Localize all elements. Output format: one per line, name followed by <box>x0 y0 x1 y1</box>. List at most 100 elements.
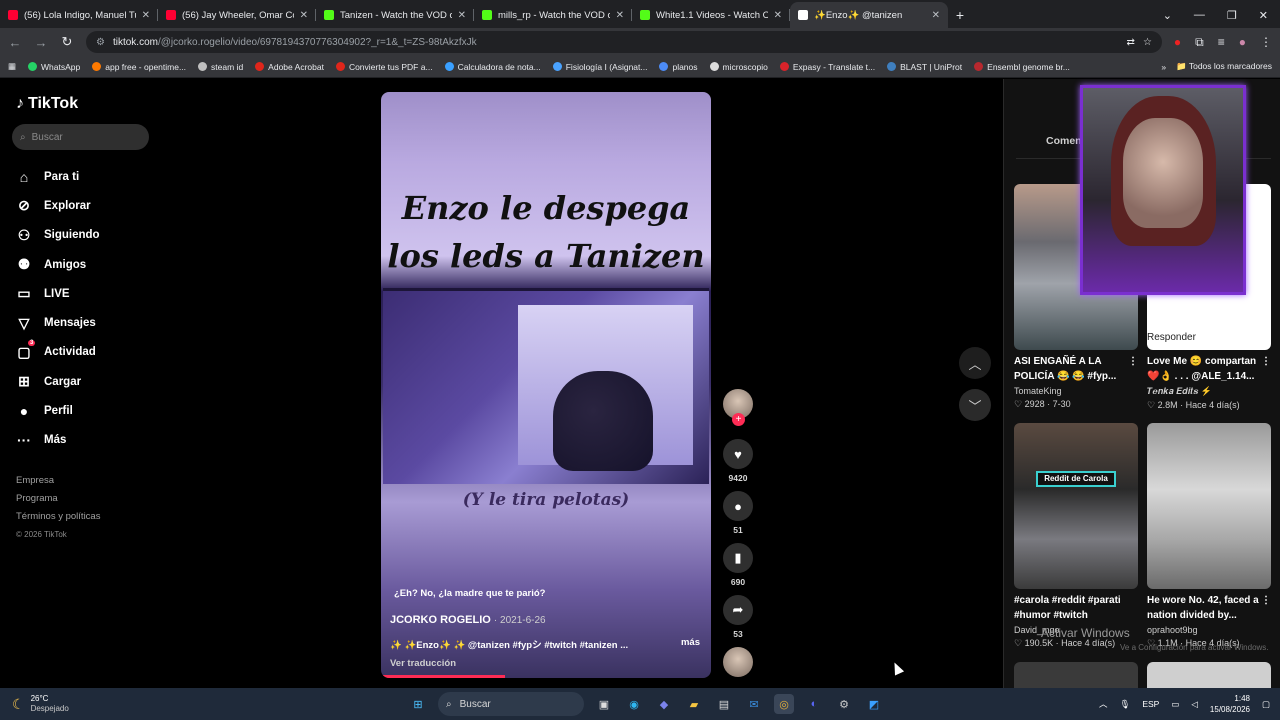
next-video-button[interactable]: ﹀ <box>959 389 991 421</box>
sidebar-item-para-ti[interactable]: ⌂ Para ti <box>16 162 100 191</box>
chrome-icon[interactable]: ◎ <box>774 694 794 714</box>
bookmark-item[interactable]: Fisiología I (Asignat... <box>552 62 647 72</box>
site-info-icon[interactable]: ⚙ <box>96 37 105 48</box>
browser-tab[interactable]: mills_rp - Watch the VOD on Ki ✕ <box>474 2 632 28</box>
video-thumbnail[interactable]: Reddit de Carola <box>1014 423 1138 589</box>
close-window-icon[interactable]: ✕ <box>1259 9 1268 22</box>
browser-tab[interactable]: Tanizen - Watch the VOD on Ki ✕ <box>316 2 474 28</box>
back-icon[interactable]: ← <box>8 35 22 50</box>
tab-search-icon[interactable]: ⌄ <box>1163 9 1172 22</box>
extension-red-icon[interactable]: ● <box>1174 35 1181 49</box>
video-progress-bar[interactable] <box>383 675 506 678</box>
bookmark-item[interactable]: Ensembl genome br... <box>974 62 1070 72</box>
share-button[interactable]: ➦ <box>723 595 753 625</box>
steam-icon[interactable]: ⚙ <box>834 694 854 714</box>
comment-button[interactable]: ● <box>723 491 753 521</box>
sidebar-item-siguiendo[interactable]: ⚇ Siguiendo <box>16 221 100 250</box>
more-link[interactable]: más <box>681 637 700 651</box>
sidebar-item-live[interactable]: ▭ LIVE <box>16 279 100 308</box>
tab-close-icon[interactable]: ✕ <box>932 10 940 21</box>
address-bar[interactable]: ⚙ tiktok.com/@jcorko.rogelio/video/69781… <box>86 31 1162 53</box>
restore-icon[interactable]: ❐ <box>1227 9 1237 22</box>
new-tab-button[interactable]: + <box>948 2 972 28</box>
tab-close-icon[interactable]: ✕ <box>142 10 150 21</box>
author-name[interactable]: JCORKO ROGELIO <box>390 614 491 626</box>
card-title[interactable]: Love Me 😊 compartan ❤️👌 . . . @ALE_1.14.… <box>1147 354 1261 384</box>
sidebar-item-perfil[interactable]: ● Perfil <box>16 396 100 425</box>
start-button[interactable]: ⊞ <box>408 694 428 714</box>
mail-icon[interactable]: ✉ <box>744 694 764 714</box>
sidebar-item-m-s[interactable]: ··· Más <box>16 426 100 455</box>
browser-menu-icon[interactable]: ⋮ <box>1260 35 1272 49</box>
card-user[interactable]: oprahoot9bg <box>1147 625 1271 635</box>
taskbar-search[interactable]: ⌕ Buscar <box>438 692 584 716</box>
bookmark-item[interactable]: WhatsApp <box>28 62 80 72</box>
tab-close-icon[interactable]: ✕ <box>774 10 782 21</box>
browser-tab[interactable]: (56) Lola Indigo, Manuel Turizo ✕ <box>0 2 158 28</box>
tab-close-icon[interactable]: ✕ <box>300 10 308 21</box>
chevron-up-icon[interactable]: ︿ <box>1099 698 1108 710</box>
bookmark-star-icon[interactable]: ☆ <box>1143 37 1152 48</box>
notification-icon[interactable]: ▢ <box>1262 699 1270 710</box>
file-explorer-icon[interactable]: ▰ <box>684 694 704 714</box>
all-bookmarks-folder[interactable]: 📁 Todos los marcadores <box>1176 61 1272 72</box>
profile-avatar-icon[interactable]: ● <box>1239 35 1246 49</box>
tab-close-icon[interactable]: ✕ <box>458 10 466 21</box>
bookmarks-overflow-icon[interactable]: » <box>1161 62 1166 72</box>
video-card[interactable]: Reddit de Carola #carola #reddit #parati… <box>1014 423 1138 649</box>
card-title[interactable]: #carola #reddit #parati #humor #twitch <box>1014 593 1138 623</box>
app-icon[interactable]: ◩ <box>864 694 884 714</box>
network-icon[interactable]: ▭ <box>1171 699 1179 710</box>
card-menu-icon[interactable]: ⋮ <box>1261 593 1271 623</box>
translate-icon[interactable]: ⇄ <box>1127 37 1135 48</box>
video-thumbnail[interactable] <box>1014 662 1138 688</box>
video-thumbnail[interactable] <box>1147 423 1271 589</box>
minimize-icon[interactable]: — <box>1194 9 1205 21</box>
weather-widget[interactable]: ☾ 26°C Despejado <box>0 694 300 714</box>
bookmark-item[interactable]: Expasy - Translate t... <box>779 62 875 72</box>
bookmark-item[interactable]: BLAST | UniProt <box>887 62 962 72</box>
card-menu-icon[interactable]: ⋮ <box>1128 354 1138 384</box>
forward-icon[interactable]: → <box>34 35 48 50</box>
browser-tab[interactable]: (56) Jay Wheeler, Omar Courtz ✕ <box>158 2 316 28</box>
sidebar-item-amigos[interactable]: ⚉ Amigos <box>16 250 100 279</box>
bookmark-item[interactable]: microscopio <box>709 62 768 72</box>
creator-avatar[interactable]: + <box>723 389 753 426</box>
browser-tab[interactable]: White1.1 Videos - Watch On-De ✕ <box>632 2 790 28</box>
apps-grid-icon[interactable]: ▦ <box>8 61 16 72</box>
card-menu-icon[interactable]: ⋮ <box>1261 354 1271 384</box>
browser-tab[interactable]: ✨Enzo✨ @tanizen ✕ <box>790 2 948 28</box>
bookmark-item[interactable]: steam id <box>198 62 243 72</box>
tab-close-icon[interactable]: ✕ <box>616 10 624 21</box>
save-button[interactable]: ▮ <box>723 543 753 573</box>
footer-link-empresa[interactable]: Empresa <box>16 472 100 490</box>
like-button[interactable]: ♥ <box>723 439 753 469</box>
bookmark-item[interactable]: app free - opentime... <box>92 62 186 72</box>
footer-link-terminos[interactable]: Términos y políticas <box>16 508 100 526</box>
card-user[interactable]: TomateKing <box>1014 386 1138 396</box>
follow-plus-icon[interactable]: + <box>732 413 745 426</box>
sidebar-item-actividad[interactable]: ▢ 3 Actividad <box>16 338 100 367</box>
volume-icon[interactable]: ◁ <box>1191 699 1198 710</box>
sidebar-item-explorar[interactable]: ⊘ Explorar <box>16 191 100 220</box>
translate-link[interactable]: Ver traducción <box>390 658 456 669</box>
bookmark-item[interactable]: planos <box>659 62 698 72</box>
bookmark-item[interactable]: Calculadora de nota... <box>444 62 541 72</box>
card-title[interactable]: ASI ENGAÑÉ A LA POLICÍA 😂 😂 #fyp... <box>1014 354 1128 384</box>
extensions-icon[interactable]: ⧉ <box>1195 35 1204 50</box>
system-clock[interactable]: 1:48 15/08/2026 <box>1210 693 1250 715</box>
video-thumbnail[interactable] <box>1147 662 1271 688</box>
media-control-icon[interactable]: ≡ <box>1218 35 1225 49</box>
previous-video-button[interactable]: ︿ <box>959 347 991 379</box>
sound-avatar[interactable] <box>723 647 753 677</box>
reload-icon[interactable]: ↻ <box>60 34 74 50</box>
footer-link-programa[interactable]: Programa <box>16 490 100 508</box>
task-view-icon[interactable]: ▣ <box>594 694 614 714</box>
teams-icon[interactable]: ◆ <box>654 694 674 714</box>
sidebar-item-cargar[interactable]: ⊞ Cargar <box>16 367 100 396</box>
video-author[interactable]: JCORKO ROGELIO · 2021-6-26 <box>390 614 546 626</box>
video-card[interactable]: He wore No. 42, faced a nation divided b… <box>1147 423 1271 649</box>
card-title[interactable]: He wore No. 42, faced a nation divided b… <box>1147 593 1261 623</box>
language-indicator[interactable]: ESP <box>1142 699 1159 709</box>
edge-icon[interactable]: ◉ <box>624 694 644 714</box>
